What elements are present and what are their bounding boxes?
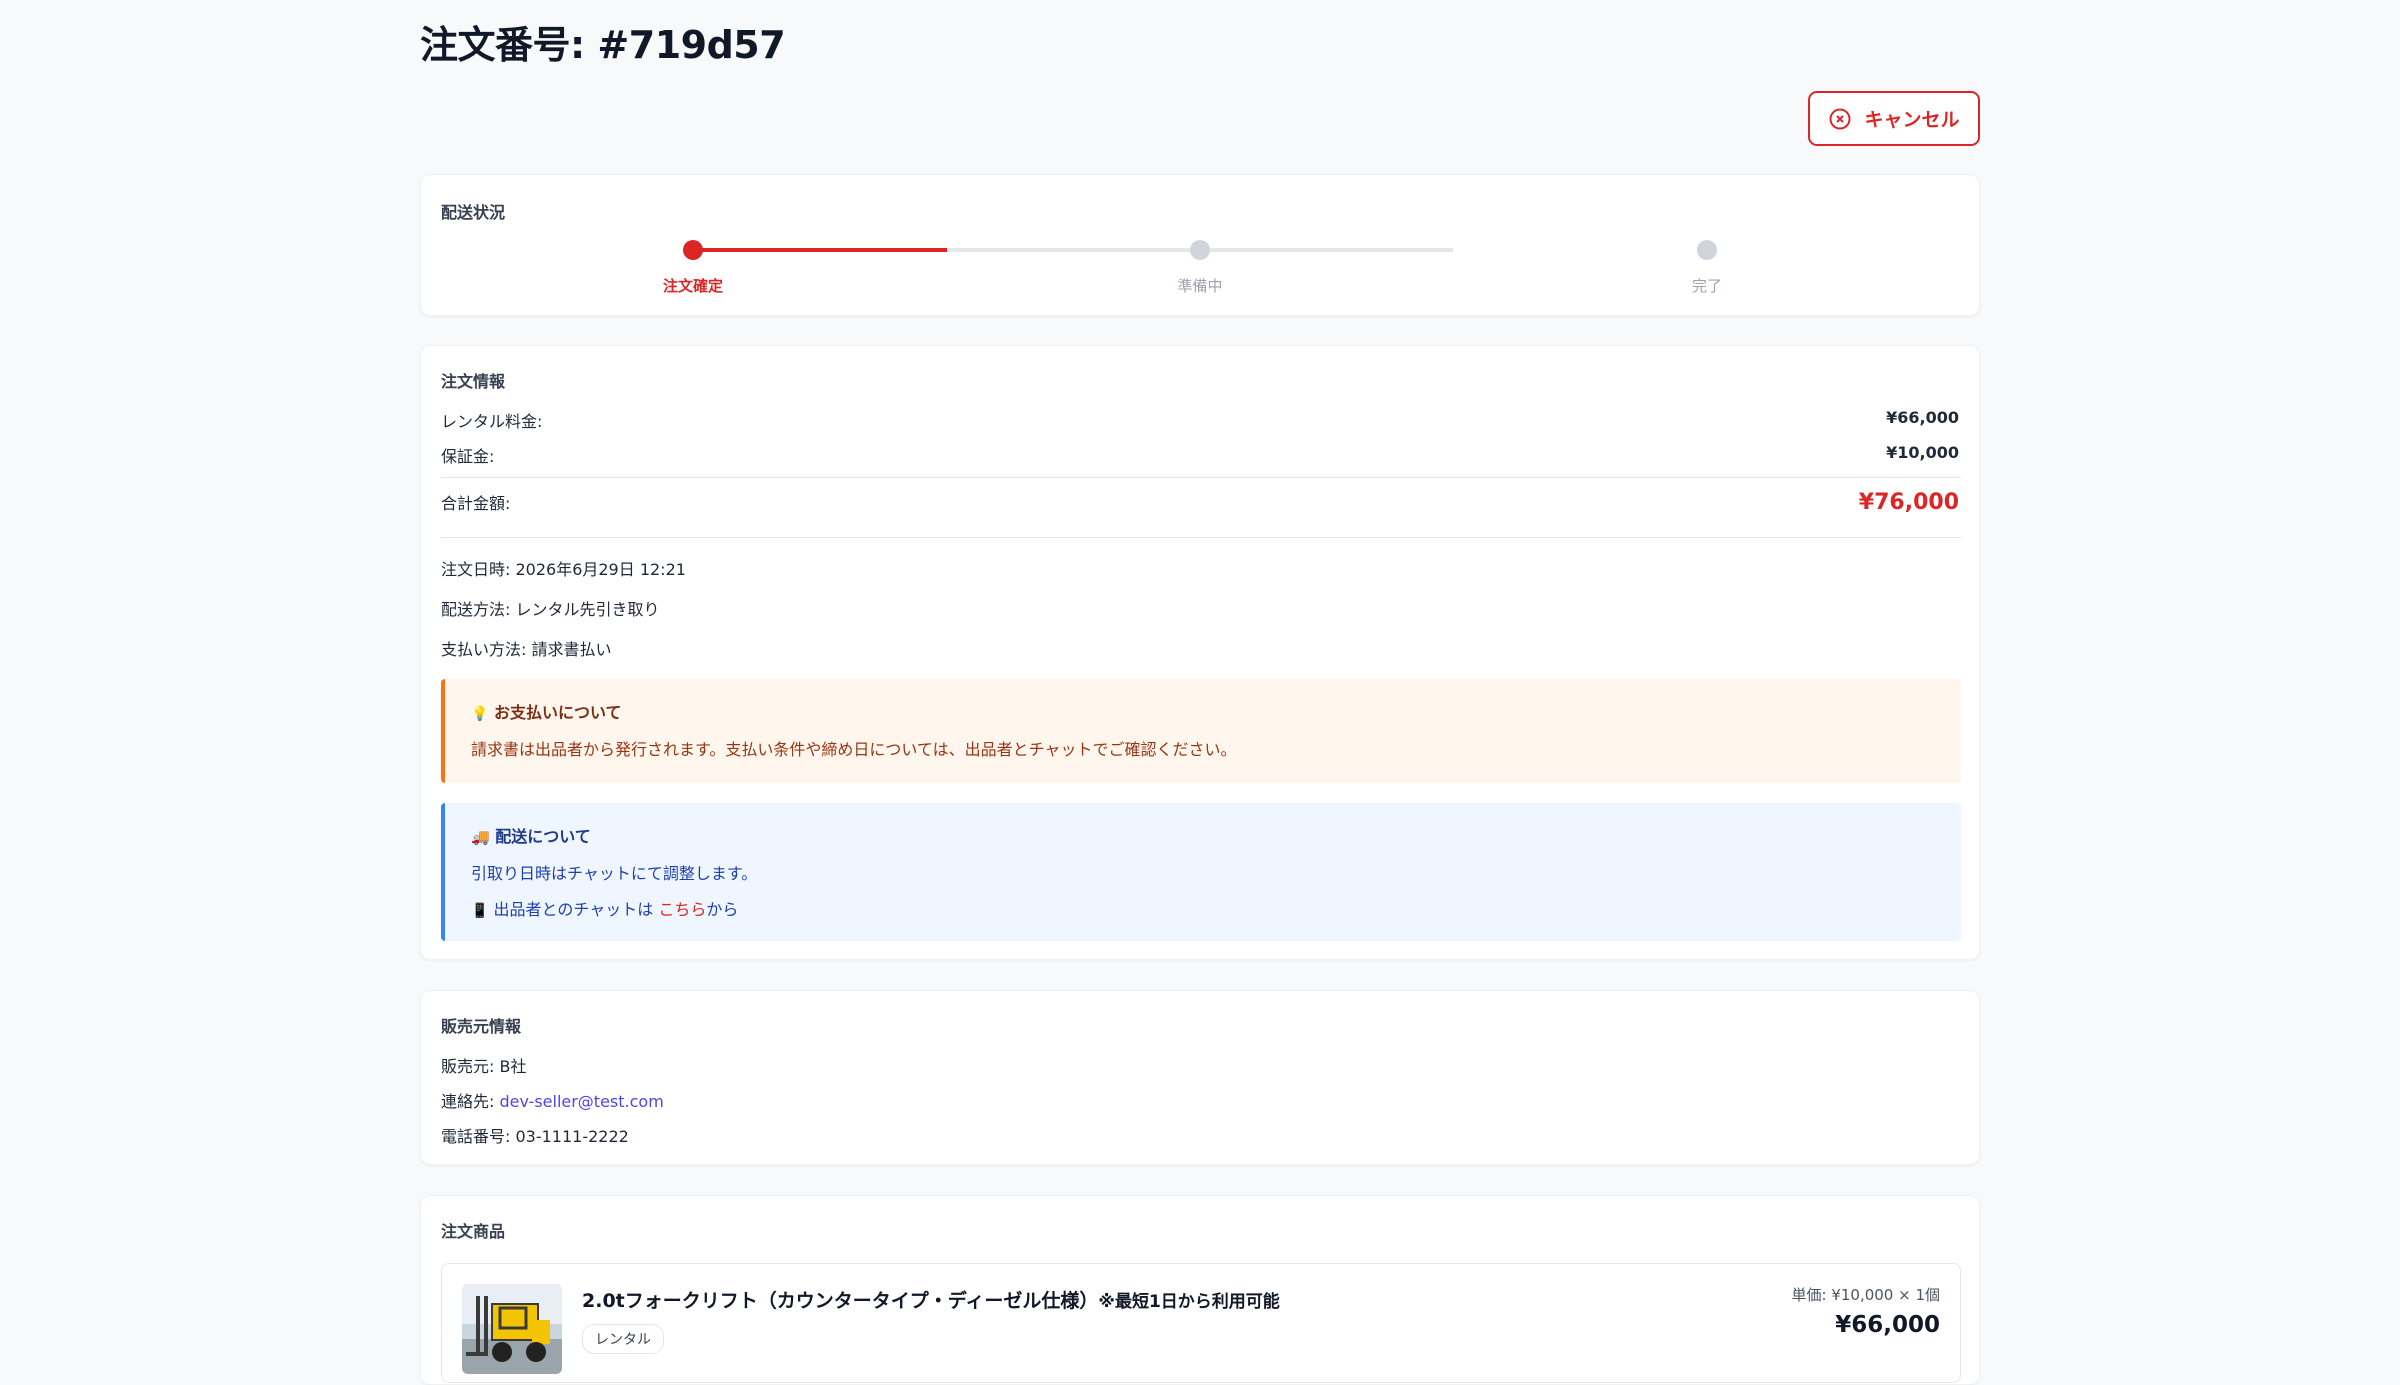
truck-icon: 🚚	[471, 828, 490, 846]
product-unit-price: 単価: ¥10,000 × 1個	[1791, 1286, 1941, 1304]
seller-info-heading: 販売元情報	[441, 1017, 522, 1036]
cancel-button-label: キャンセル	[1864, 110, 1960, 131]
ordered-products-card: 注文商品 2.0tフォークリフト（カウンタータイプ・ディーゼル仕様）※最短1日か…	[420, 1195, 1980, 1385]
products-heading: 注文商品	[441, 1222, 506, 1241]
seller-email-link[interactable]: dev-seller@test.com	[500, 1092, 664, 1111]
forklift-icon	[462, 1284, 562, 1374]
rental-fee-value: ¥66,000	[1886, 408, 1959, 427]
step-label-ordered: 注文確定	[662, 277, 723, 295]
shipping-status-heading: 配送状況	[441, 203, 506, 222]
product-item[interactable]: 2.0tフォークリフト（カウンタータイプ・ディーゼル仕様）※最短1日から利用可能…	[441, 1263, 1961, 1383]
product-image	[462, 1284, 562, 1374]
delivery-notice: 🚚 配送について 引取り日時はチャットにて調整します。 📱 出品者とのチャットは…	[441, 803, 1961, 941]
cancel-button[interactable]: キャンセル	[1808, 91, 1980, 146]
divider	[441, 537, 1961, 538]
payment-notice: 💡 お支払いについて 請求書は出品者から発行されます。支払い条件や締め日について…	[441, 679, 1961, 783]
seller-phone: 電話番号: 03-1111-2222	[441, 1127, 629, 1146]
seller-contact: 連絡先: dev-seller@test.com	[441, 1092, 664, 1111]
delivery-notice-text: 引取り日時はチャットにて調整します。	[471, 864, 758, 883]
delivery-method: 配送方法: レンタル先引き取り	[441, 600, 660, 619]
order-date: 注文日時: 2026年6月29日 12:21	[441, 560, 686, 579]
page-title: 注文番号: #719d57	[420, 23, 786, 67]
step-dot-ordered	[683, 240, 703, 260]
step-label-complete: 完了	[1691, 277, 1722, 295]
step-dot-complete	[1697, 240, 1717, 260]
total-label: 合計金額:	[441, 494, 511, 513]
step-label-preparing: 準備中	[1177, 277, 1223, 295]
delivery-notice-title: 🚚 配送について	[471, 827, 591, 846]
order-info-card: 注文情報 レンタル料金: ¥66,000 保証金: ¥10,000 合計金額: …	[420, 345, 1980, 960]
stepper-progress-line	[693, 248, 947, 252]
chat-link[interactable]: こちら	[658, 900, 706, 919]
payment-notice-text: 請求書は出品者から発行されます。支払い条件や締め日については、出品者とチャットで…	[471, 740, 1237, 759]
order-info-heading: 注文情報	[441, 372, 506, 391]
rental-fee-label: レンタル料金:	[441, 412, 543, 431]
product-price: ¥66,000	[1835, 1312, 1940, 1338]
deposit-label: 保証金:	[441, 447, 495, 466]
payment-method: 支払い方法: 請求書払い	[441, 640, 612, 659]
payment-notice-title: 💡 お支払いについて	[471, 703, 622, 722]
close-circle-icon	[1829, 108, 1851, 129]
seller-name: 販売元: B社	[441, 1057, 527, 1076]
chat-link-line: 📱 出品者とのチャットは こちらから	[471, 900, 739, 919]
lightbulb-icon: 💡	[471, 706, 489, 722]
phone-icon: 📱	[471, 903, 489, 919]
divider	[441, 477, 1961, 478]
total-value: ¥76,000	[1858, 490, 1959, 515]
step-dot-preparing	[1190, 240, 1210, 260]
seller-info-card: 販売元情報 販売元: B社 連絡先: dev-seller@test.com 電…	[420, 990, 1980, 1165]
product-name: 2.0tフォークリフト（カウンタータイプ・ディーゼル仕様）※最短1日から利用可能	[582, 1290, 1280, 1312]
deposit-value: ¥10,000	[1886, 443, 1959, 462]
